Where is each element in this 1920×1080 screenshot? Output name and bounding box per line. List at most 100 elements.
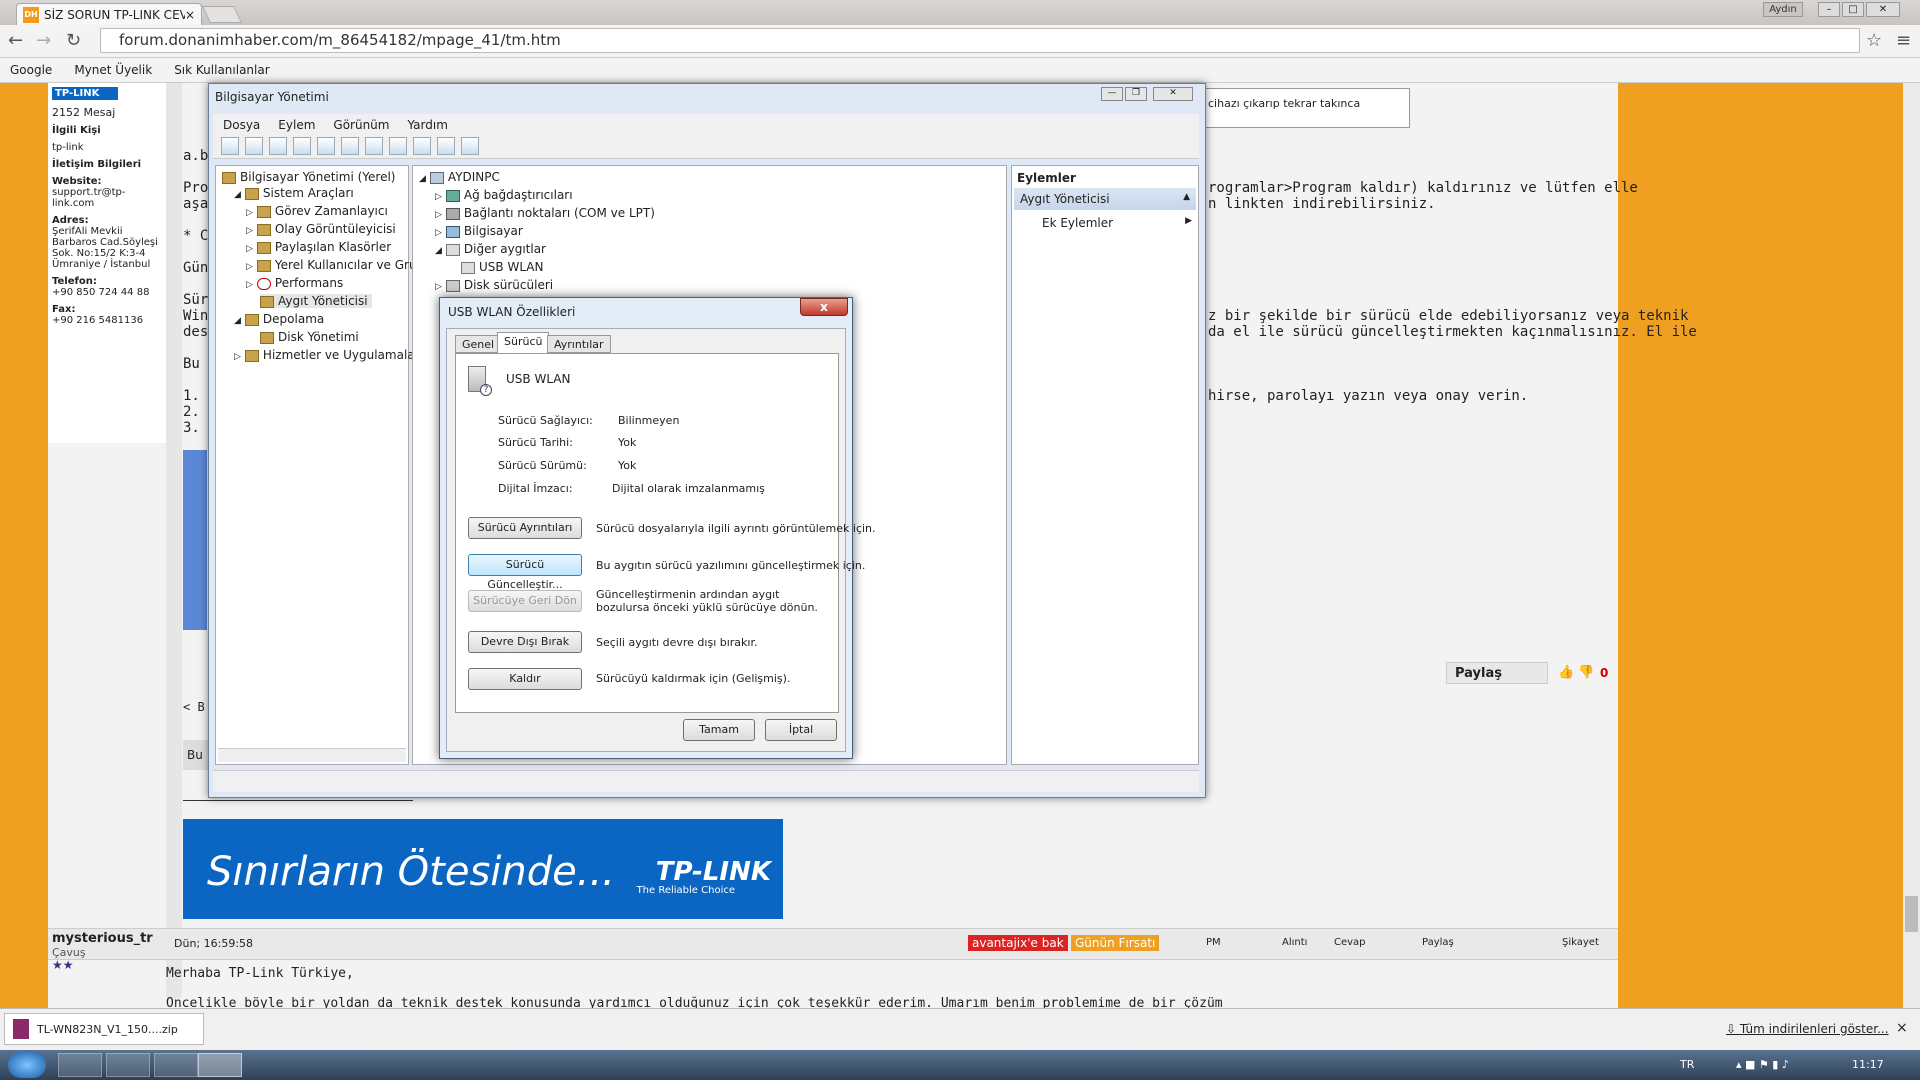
help-icon[interactable]: [341, 137, 359, 155]
expand-icon[interactable]: ▷: [246, 244, 253, 254]
tab-close-icon[interactable]: ×: [185, 8, 195, 22]
expand-icon[interactable]: ▷: [246, 262, 253, 272]
device-category[interactable]: ▷ Ağ bağdaştırıcıları: [435, 188, 573, 202]
post-username[interactable]: mysterious_tr: [52, 931, 153, 946]
winamp-taskbar-icon[interactable]: [154, 1053, 198, 1077]
close-window-icon[interactable]: ✕: [1866, 2, 1900, 17]
collapse-up-icon[interactable]: ▲: [1183, 192, 1190, 202]
profile-button[interactable]: Aydın: [1763, 2, 1803, 17]
forward-icon[interactable]: →: [36, 30, 51, 51]
close-shelf-icon[interactable]: ×: [1896, 1020, 1908, 1036]
menu-gorunum[interactable]: Görünüm: [333, 118, 389, 132]
enable-device-icon[interactable]: [461, 137, 479, 155]
device-category[interactable]: ◢ Diğer aygıtlar: [435, 242, 546, 256]
tree-item[interactable]: Bilgisayar Yönetimi (Yerel): [222, 170, 395, 184]
back-icon[interactable]: ←: [8, 30, 23, 51]
expand-icon[interactable]: ▷: [435, 228, 442, 238]
expand-icon[interactable]: ▷: [246, 208, 253, 218]
tree-item[interactable]: ▷ Görev Zamanlayıcı: [246, 204, 388, 218]
back-link[interactable]: < B: [183, 700, 205, 714]
more-actions-item[interactable]: Ek Eylemler ▶: [1042, 216, 1192, 230]
driver-details-button[interactable]: Sürücü Ayrıntıları: [468, 517, 582, 539]
device-root[interactable]: ◢ AYDINPC: [419, 170, 500, 184]
show-all-downloads-link[interactable]: ⇩ Tüm indirilenleri göster...: [1726, 1022, 1889, 1036]
minimize-icon[interactable]: —: [1101, 87, 1123, 101]
ad-banner[interactable]: Sınırların Ötesinde... TP-LINK The Relia…: [183, 819, 783, 919]
scroll-thumb[interactable]: [1905, 896, 1918, 932]
menu-dosya[interactable]: Dosya: [223, 118, 260, 132]
tab-general[interactable]: Genel: [455, 335, 502, 353]
up-folder-icon[interactable]: [269, 137, 287, 155]
expand-icon[interactable]: ▷: [435, 192, 442, 202]
share-button[interactable]: Paylaş: [1446, 662, 1548, 684]
collapse-icon[interactable]: ◢: [234, 190, 241, 200]
chrome-taskbar-icon[interactable]: [58, 1053, 102, 1077]
computer-management-taskbar-icon[interactable]: [198, 1053, 242, 1077]
reload-icon[interactable]: ↻: [66, 30, 81, 51]
browser-tab[interactable]: DH SİZ SORUN TP-LINK CEVA ×: [16, 3, 202, 25]
view-icon[interactable]: [365, 137, 383, 155]
tree-item[interactable]: ◢ Sistem Araçları: [234, 186, 354, 200]
bookmark-folder[interactable]: Sık Kullanılanlar: [174, 63, 269, 77]
back-icon[interactable]: [221, 137, 239, 155]
close-icon[interactable]: ✕: [1153, 87, 1193, 101]
properties-icon[interactable]: [317, 137, 335, 155]
bookmark-mynet[interactable]: Mynet Üyelik: [74, 63, 152, 77]
uninstall-icon[interactable]: [437, 137, 455, 155]
device-category[interactable]: ▷ Disk sürücüleri: [435, 278, 553, 292]
explorer-taskbar-icon[interactable]: [106, 1053, 150, 1077]
tray-icons[interactable]: ▴ ■ ⚑ ▮ ♪: [1736, 1058, 1789, 1071]
expand-icon[interactable]: ▷: [435, 210, 442, 220]
actions-selected-item[interactable]: Aygıt Yöneticisi ▲: [1014, 188, 1196, 210]
website-value[interactable]: support.tr@tp-link.com: [52, 187, 162, 209]
clock[interactable]: 11:17: [1852, 1058, 1884, 1071]
tree-item[interactable]: ◢ Depolama: [234, 312, 324, 326]
expand-icon[interactable]: ▷: [234, 352, 241, 362]
forward-icon[interactable]: [245, 137, 263, 155]
expand-icon[interactable]: ▷: [435, 282, 442, 292]
expand-icon[interactable]: ▷: [246, 280, 253, 290]
menu-yardim[interactable]: Yardım: [407, 118, 447, 132]
cancel-button[interactable]: İptal: [765, 719, 837, 741]
tree-item[interactable]: ▷ Hizmetler ve Uygulamalar: [234, 348, 420, 362]
ok-button[interactable]: Tamam: [683, 719, 755, 741]
collapse-icon[interactable]: ◢: [234, 316, 241, 326]
page-scrollbar[interactable]: [1903, 83, 1920, 1008]
maximize-icon[interactable]: □: [1842, 2, 1864, 17]
tree-item[interactable]: ▷ Olay Görüntüleyicisi: [246, 222, 396, 236]
dialog-close-icon[interactable]: x: [800, 298, 848, 316]
dislike-icon[interactable]: 👎: [1578, 665, 1594, 680]
quote-button[interactable]: Alıntı: [1282, 937, 1307, 948]
uninstall-button[interactable]: Kaldır: [468, 668, 582, 690]
disable-button[interactable]: Devre Dışı Bırak: [468, 631, 582, 653]
device-category[interactable]: ▷ Bilgisayar: [435, 224, 523, 238]
update-driver-button[interactable]: Sürücü Güncelleştir...: [468, 554, 582, 591]
start-button[interactable]: [8, 1052, 46, 1078]
address-bar[interactable]: forum.donanimhaber.com/m_86454182/mpage_…: [100, 28, 1860, 53]
tree-item[interactable]: Disk Yönetimi: [260, 330, 359, 344]
share-post-button[interactable]: Paylaş: [1422, 937, 1454, 948]
tree-scrollbar[interactable]: [218, 748, 406, 762]
report-button[interactable]: Şikayet: [1562, 937, 1599, 948]
restore-icon[interactable]: ❐: [1125, 87, 1147, 101]
tree-item[interactable]: ▷ Paylaşılan Klasörler: [246, 240, 391, 254]
minimize-icon[interactable]: –: [1818, 2, 1840, 17]
scan-hardware-icon[interactable]: [389, 137, 407, 155]
bookmark-google[interactable]: Google: [10, 63, 52, 77]
deal-button[interactable]: Günün Fırsatı: [1071, 935, 1160, 951]
avantajix-button[interactable]: avantajix'e bak: [968, 935, 1068, 951]
related-value[interactable]: tp-link: [52, 142, 162, 153]
tree-item-selected[interactable]: Aygıt Yöneticisi: [260, 294, 372, 308]
download-item[interactable]: TL-WN823N_V1_150....zip: [4, 1013, 204, 1045]
roll-back-button[interactable]: Sürücüye Geri Dön: [468, 590, 582, 612]
tree-item[interactable]: ▷ Performans: [246, 276, 343, 290]
reply-button[interactable]: Cevap: [1334, 937, 1366, 948]
language-indicator[interactable]: TR: [1680, 1058, 1694, 1071]
show-hide-tree-icon[interactable]: [293, 137, 311, 155]
tab-driver[interactable]: Sürücü: [497, 332, 550, 354]
like-icon[interactable]: 👍: [1558, 665, 1574, 680]
update-driver-icon[interactable]: [413, 137, 431, 155]
collapse-icon[interactable]: ◢: [435, 246, 442, 256]
pm-button[interactable]: PM: [1206, 937, 1221, 948]
device-category[interactable]: ▷ Bağlantı noktaları (COM ve LPT): [435, 206, 655, 220]
